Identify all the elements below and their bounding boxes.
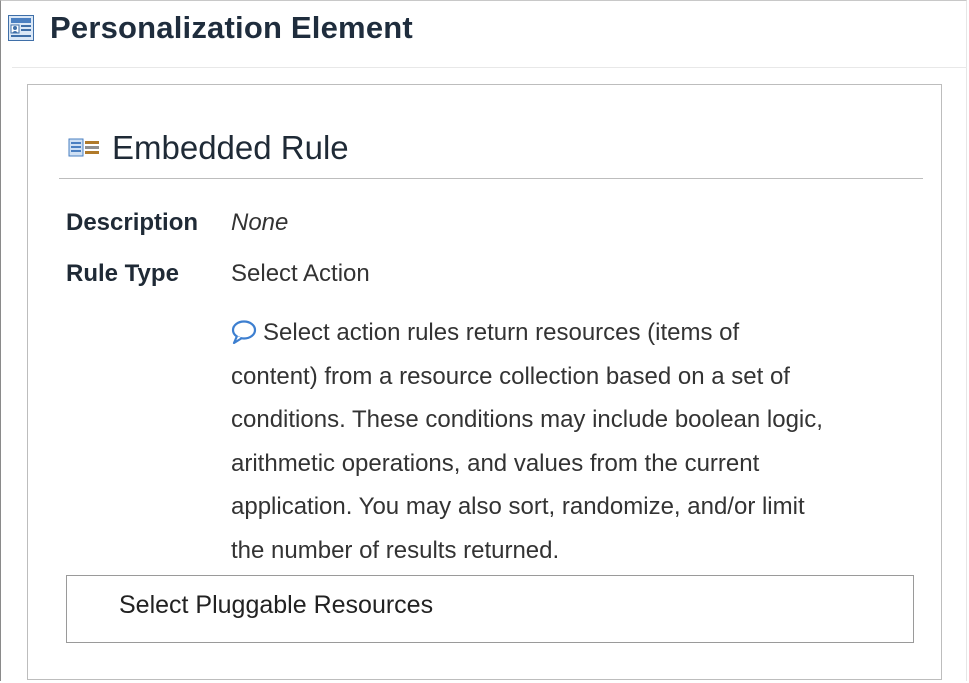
rule-heading: Embedded Rule (68, 129, 349, 167)
help-line: the number of results returned. (231, 536, 560, 564)
help-line: Select action rules return resources (it… (231, 311, 931, 355)
header-divider (12, 67, 967, 68)
rule-title: Embedded Rule (112, 129, 349, 166)
description-label: Description (66, 209, 199, 236)
description-value: None (231, 209, 289, 236)
help-line: conditions. These conditions may include… (231, 406, 823, 433)
embedded-rule-panel: Embedded Rule Description None Rule Type… (27, 84, 942, 680)
personalization-element-icon (8, 15, 34, 41)
embedded-rule-icon (68, 136, 102, 160)
rule-type-label: Rule Type (66, 260, 179, 287)
help-line: application. You may also sort, randomiz… (231, 493, 805, 520)
rule-type-value: Select Action (231, 260, 370, 287)
select-pluggable-resources[interactable]: Select Pluggable Resources (66, 575, 914, 643)
page-header: Personalization Element (8, 10, 413, 46)
help-line: arithmetic operations, and values from t… (231, 449, 760, 477)
speech-bubble-icon (231, 315, 257, 345)
rule-type-help: Select action rules return resources (it… (231, 311, 931, 572)
pluggable-resources-label[interactable]: Select Pluggable Resources (119, 591, 433, 620)
help-line: content) from a resource collection base… (231, 362, 790, 390)
help-line-text: Select action rules return resources (it… (263, 319, 740, 346)
rule-divider (59, 178, 923, 179)
page-title: Personalization Element (50, 10, 413, 45)
